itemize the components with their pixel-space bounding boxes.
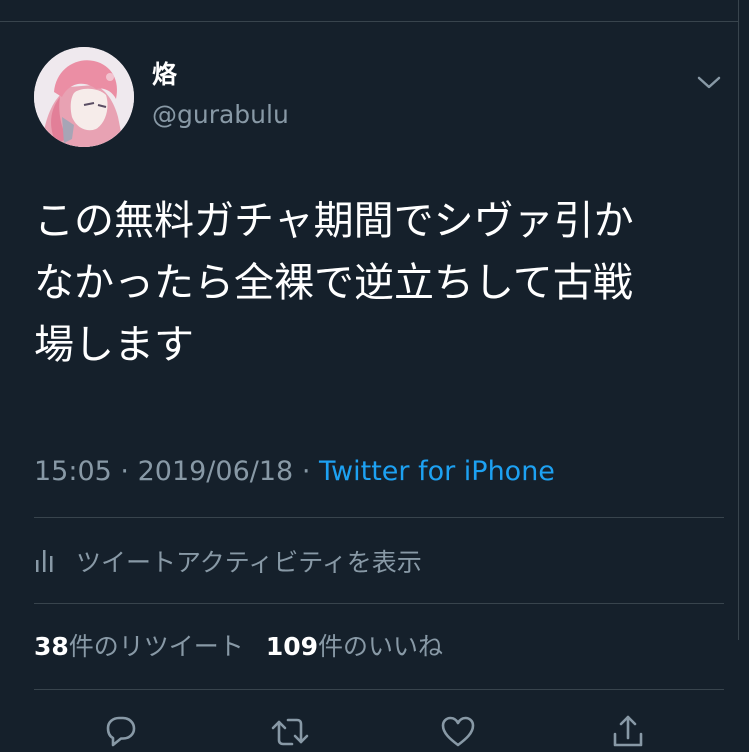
share-icon[interactable] xyxy=(608,712,648,752)
avatar[interactable] xyxy=(34,47,134,147)
avatar-illustration xyxy=(34,47,134,147)
reply-icon[interactable] xyxy=(100,712,140,752)
tweet-metadata: 15:05 · 2019/06/18 · Twitter for iPhone xyxy=(34,455,555,489)
retweet-stat[interactable]: 38件のリツイート xyxy=(34,632,244,661)
right-edge-border xyxy=(738,0,739,640)
retweet-icon[interactable] xyxy=(270,712,310,752)
retweet-label: 件のリツイート xyxy=(68,632,244,661)
meta-separator: · xyxy=(120,456,129,487)
tweet-source-link[interactable]: Twitter for iPhone xyxy=(319,456,555,487)
tweet-text-line: なかったら全裸で逆立ちして古戦 xyxy=(34,260,633,306)
tweet-date: 2019/06/18 xyxy=(137,456,294,487)
tweet-text-line: この無料ガチャ期間でシヴァ引か xyxy=(34,198,634,244)
tweet-text-line: 場します xyxy=(34,322,194,368)
user-handle[interactable]: @gurabulu xyxy=(152,100,289,130)
top-divider xyxy=(0,21,738,22)
divider xyxy=(34,603,724,604)
divider xyxy=(34,517,724,518)
meta-separator: · xyxy=(301,456,311,487)
display-name[interactable]: 烙 xyxy=(152,60,177,90)
chevron-down-icon[interactable] xyxy=(694,70,724,94)
retweet-count: 38 xyxy=(34,632,69,661)
like-count: 109 xyxy=(265,632,318,661)
like-stat[interactable]: 109件のいいね xyxy=(266,632,443,661)
tweet-text: この無料ガチャ期間でシヴァ引か なかったら全裸で逆立ちして古戦 場します xyxy=(34,190,714,376)
divider xyxy=(34,689,724,690)
tweet-activity-label: ツイートアクティビティを表示 xyxy=(76,548,422,577)
engagement-stats: 38件のリツイート 109件のいいね xyxy=(34,630,443,664)
tweet-time: 15:05 xyxy=(34,456,112,487)
heart-icon[interactable] xyxy=(438,712,478,752)
tweet-activity-button[interactable]: ツイートアクティビティを表示 xyxy=(34,544,422,578)
like-label: 件のいいね xyxy=(318,632,444,661)
bar-chart-icon xyxy=(36,550,53,572)
